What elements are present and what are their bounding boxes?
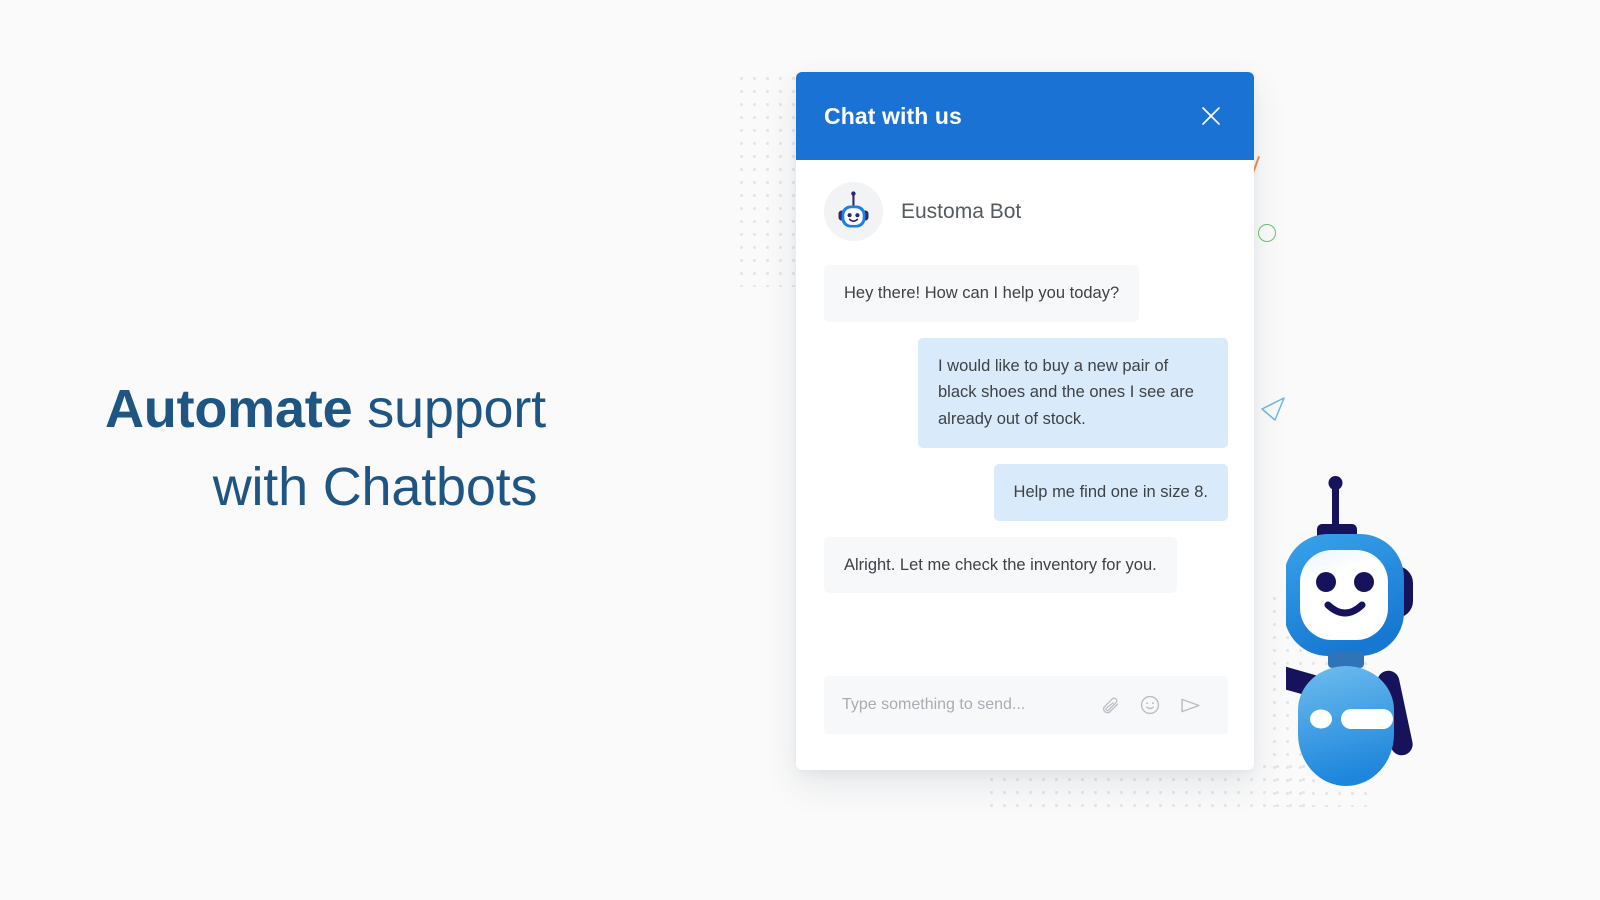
smiley-icon bbox=[1140, 695, 1160, 715]
robot-mascot-icon bbox=[1286, 476, 1413, 786]
headline-rest: support bbox=[352, 379, 546, 439]
chat-title: Chat with us bbox=[824, 102, 962, 129]
page-title: Automate support with Chatbots bbox=[105, 370, 685, 527]
composer bbox=[796, 666, 1254, 770]
hero-banner: Automate support with Chatbots Chat with… bbox=[0, 0, 1600, 900]
headline-bold: Automate bbox=[105, 379, 353, 439]
message-row-bot-2: Alright. Let me check the inventory for … bbox=[824, 536, 1228, 594]
chat-header: Chat with us bbox=[796, 72, 1254, 160]
message-bubble: Help me find one in size 8. bbox=[993, 463, 1228, 521]
composer-bar bbox=[824, 676, 1228, 734]
message-bubble: Alright. Let me check the inventory for … bbox=[824, 536, 1177, 594]
chat-widget: Chat with us Eustoma Bot Hey there! How … bbox=[796, 72, 1254, 770]
close-icon bbox=[1202, 107, 1220, 125]
bot-identity: Eustoma Bot bbox=[824, 182, 1228, 241]
avatar bbox=[824, 182, 883, 241]
message-bubble: Hey there! How can I help you today? bbox=[824, 265, 1140, 322]
robot-avatar-icon bbox=[824, 182, 883, 241]
message-row-user-2: Help me find one in size 8. bbox=[824, 463, 1228, 521]
send-icon bbox=[1180, 698, 1200, 712]
send-button[interactable] bbox=[1170, 694, 1210, 717]
decorative-circle bbox=[1258, 224, 1276, 242]
close-button[interactable] bbox=[1194, 99, 1228, 133]
emoji-button[interactable] bbox=[1130, 694, 1170, 716]
message-bubble: I would like to buy a new pair of black … bbox=[918, 337, 1228, 448]
message-list: Eustoma Bot Hey there! How can I help yo… bbox=[796, 160, 1254, 666]
bot-name: Eustoma Bot bbox=[901, 199, 1022, 223]
headline-line2: with Chatbots bbox=[212, 457, 538, 518]
attach-button[interactable] bbox=[1090, 695, 1130, 716]
message-input[interactable] bbox=[842, 696, 1090, 714]
message-row-user-1: I would like to buy a new pair of black … bbox=[824, 337, 1228, 448]
paperclip-icon bbox=[1102, 697, 1118, 713]
message-row-bot-1: Hey there! How can I help you today? bbox=[824, 265, 1228, 322]
decorative-triangle bbox=[1261, 397, 1285, 421]
